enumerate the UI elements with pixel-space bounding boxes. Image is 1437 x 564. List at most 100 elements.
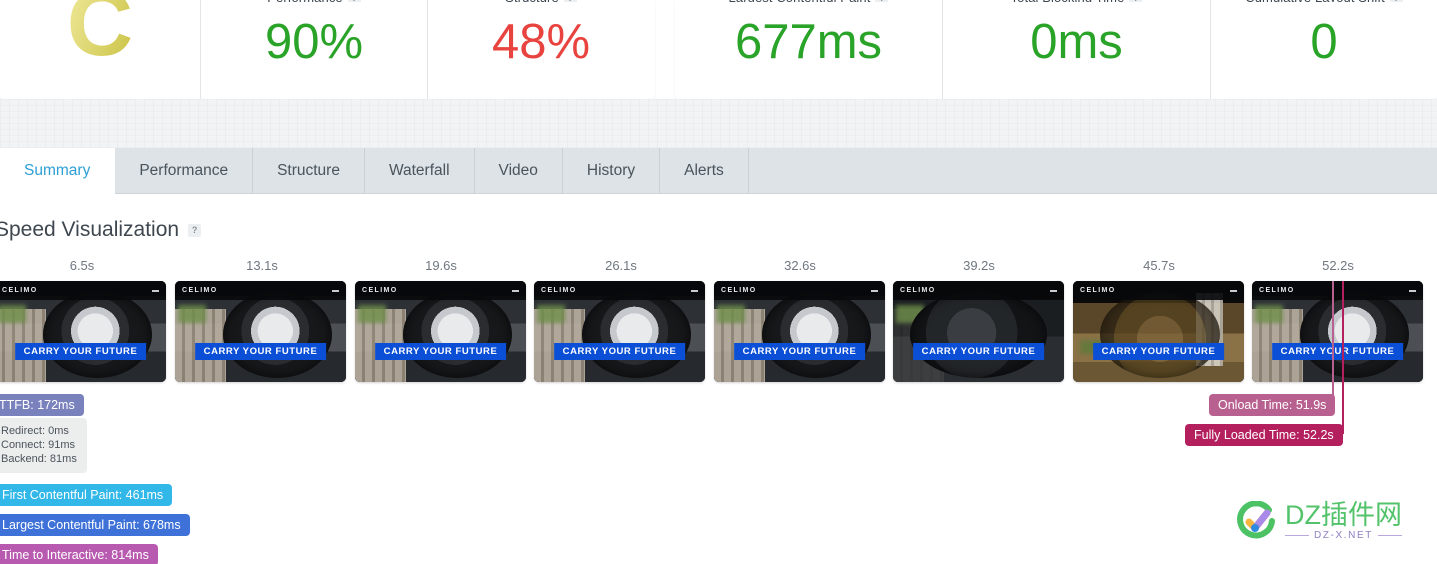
tab-alerts[interactable]: Alerts (660, 148, 749, 194)
watermark-subtitle: DZ-X.NET (1314, 530, 1373, 541)
hamburger-menu-icon (512, 289, 519, 292)
timeline-tick: 19.6s (425, 258, 457, 273)
ttfb-detail-box: Redirect: 0ms Connect: 91ms Backend: 81ms (0, 418, 87, 473)
tab-label: Video (498, 162, 538, 179)
watermark-subtitle-row: DZ-X.NET (1285, 530, 1403, 541)
scorecard-value: 48% (491, 15, 591, 69)
scorecard-label-text: Cumulative Layout Shift (1245, 0, 1385, 2)
filmstrip-frame[interactable]: CELIMO CARRY YOUR FUTURE (175, 281, 346, 382)
site-logo: CELIMO (362, 287, 398, 294)
filmstrip-frame[interactable]: CELIMO CARRY YOUR FUTURE (1073, 281, 1244, 382)
hamburger-menu-icon (1050, 289, 1057, 292)
frame-wheel (910, 291, 1047, 378)
frame-foliage (358, 305, 386, 324)
tab-summary[interactable]: Summary (0, 148, 116, 194)
ttfb-detail-row: Backend: 81ms (1, 453, 77, 465)
scorecard-value: 677ms (734, 15, 883, 69)
scorecard-group-2: Largest Contentful Paint? 677ms Total Bloc… (675, 0, 1437, 99)
frame-site-header: CELIMO (534, 281, 705, 300)
frame-banner-text: CARRY YOUR FUTURE (1092, 343, 1225, 360)
frame-site-header: CELIMO (175, 281, 346, 300)
divider-left (1285, 535, 1310, 536)
help-icon[interactable]: ? (347, 0, 361, 2)
fully-loaded-badge: Fully Loaded Time: 52.2s (1185, 424, 1343, 446)
help-icon[interactable]: ? (1389, 0, 1403, 2)
filmstrip-frame[interactable]: CELIMO CARRY YOUR FUTURE (1252, 281, 1423, 382)
tab-structure[interactable]: Structure (253, 148, 365, 194)
scorecard-largest-contentful-paint: Largest Contentful Paint? 677ms (675, 0, 942, 99)
frame-site-header: CELIMO (355, 281, 526, 300)
scorecard-value: 0 (1310, 15, 1338, 69)
tab-history[interactable]: History (563, 148, 661, 194)
scorecard-label-text: Structure (505, 0, 559, 2)
fullyloaded-marker (1342, 281, 1344, 434)
frame-banner-text: CARRY YOUR FUTURE (912, 343, 1045, 360)
frame-foliage (717, 305, 745, 324)
site-logo: CELIMO (541, 287, 577, 294)
hamburger-menu-icon (152, 289, 159, 292)
scorecard-label: Cumulative Layout Shift? (1245, 0, 1403, 2)
scorecard-label-text: Total Blocking Time (1011, 0, 1125, 2)
hamburger-menu-icon (691, 289, 698, 292)
scorecard-value: 0ms (1030, 15, 1123, 69)
frame-foliage (1255, 305, 1283, 324)
scorecard-cumulative-layout-shift: Cumulative Layout Shift? 0 (1210, 0, 1437, 99)
tab-label: Performance (139, 162, 229, 179)
lcp-badge: Largest Contentful Paint: 678ms (0, 514, 190, 536)
hamburger-menu-icon (1230, 289, 1237, 292)
frame-wheel (402, 291, 513, 378)
tab-label: Summary (24, 162, 91, 179)
frame-site-header: CELIMO (1073, 281, 1244, 300)
watermark-text: DZ插件网 DZ-X.NET (1285, 501, 1403, 541)
help-icon[interactable]: ? (875, 0, 889, 2)
tab-video[interactable]: Video (475, 148, 563, 194)
tab-waterfall[interactable]: Waterfall (365, 148, 475, 194)
divider-right (1377, 535, 1403, 536)
help-icon[interactable]: ? (1129, 0, 1143, 2)
scorecard-group-1: C Performance? 90% Structure? 48% (0, 0, 655, 99)
scorecard-structure: Structure? 48% (427, 0, 654, 99)
frame-banner-text: CARRY YOUR FUTURE (553, 343, 686, 360)
timeline-tick: 6.5s (69, 258, 95, 273)
watermark-logo: DZ插件网 DZ-X.NET (1236, 500, 1403, 541)
timeline-tick: 13.1s (246, 258, 278, 273)
scorecard-strip: C Performance? 90% Structure? 48% Largest Con… (0, 0, 1437, 99)
ttfb-detail-row: Redirect: 0ms (1, 425, 69, 437)
speed-visualization-header: Speed Visualization ? (0, 218, 202, 242)
frame-site-header: CELIMO (1252, 281, 1423, 300)
site-logo: CELIMO (182, 287, 218, 294)
filmstrip-frame[interactable]: CELIMO CARRY YOUR FUTURE (0, 281, 166, 382)
filmstrip-frame[interactable]: CELIMO CARRY YOUR FUTURE (355, 281, 526, 382)
site-logo: CELIMO (900, 287, 936, 294)
scorecard-performance: Performance? 90% (200, 0, 427, 99)
help-icon[interactable]: ? (563, 0, 577, 2)
tab-label: History (586, 162, 636, 179)
timeline-tick: 52.2s (1322, 258, 1354, 273)
frame-banner-text: CARRY YOUR FUTURE (194, 343, 327, 360)
check-circle-icon (1236, 500, 1276, 541)
filmstrip-frame[interactable]: CELIMO CARRY YOUR FUTURE (893, 281, 1064, 382)
site-logo: CELIMO (1259, 287, 1295, 294)
gtmetrix-report-page: C Performance? 90% Structure? 48% Largest Con… (0, 0, 1437, 564)
frame-site-header: CELIMO (0, 281, 166, 300)
frame-foliage (0, 305, 26, 324)
filmstrip-frame[interactable]: CELIMO CARRY YOUR FUTURE (714, 281, 885, 382)
frame-foliage (537, 305, 565, 324)
frame-banner-text: CARRY YOUR FUTURE (1271, 343, 1404, 360)
frame-wheel (222, 291, 333, 378)
fcp-badge: First Contentful Paint: 461ms (0, 484, 173, 506)
scorecard-label: Performance? (267, 0, 361, 2)
background-texture-band (0, 99, 1437, 148)
tab-performance[interactable]: Performance (115, 148, 254, 194)
site-logo: CELIMO (721, 287, 757, 294)
hamburger-menu-icon (1409, 289, 1416, 292)
filmstrip-frame[interactable]: CELIMO CARRY YOUR FUTURE (534, 281, 705, 382)
help-icon[interactable]: ? (188, 223, 202, 237)
tti-badge: Time to Interactive: 814ms (0, 544, 158, 564)
scorecard-value: 90% (264, 15, 364, 69)
filmstrip: CELIMO CARRY YOUR FUTURE CELIMO CARRY YOUR … (0, 281, 1437, 382)
scorecard-total-blocking-time: Total Blocking Time? 0ms (942, 0, 1210, 99)
scorecard-label-text: Performance (267, 0, 343, 2)
hamburger-menu-icon (332, 289, 339, 292)
onload-badge: Onload Time: 51.9s (1209, 394, 1336, 416)
